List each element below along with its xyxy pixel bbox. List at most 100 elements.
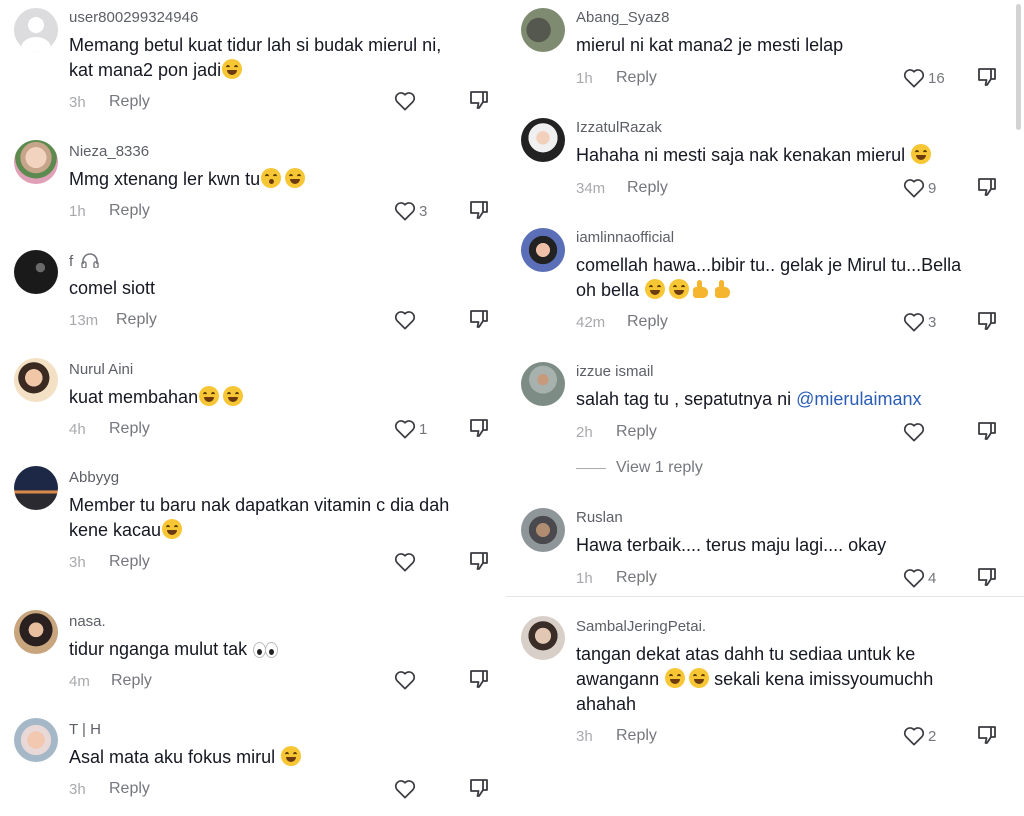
comment-text-line: Memang betul kuat tidur lah si budak mie…	[69, 35, 442, 55]
comment-username[interactable]: iamlinnaofficial	[576, 229, 674, 246]
like-button[interactable]	[394, 308, 419, 332]
comment-username[interactable]: izzue ismail	[576, 363, 654, 380]
heart-icon	[903, 423, 925, 442]
like-count: 16	[928, 69, 945, 87]
avatar[interactable]	[521, 8, 565, 52]
avatar[interactable]	[14, 140, 58, 184]
avatar[interactable]	[14, 610, 58, 654]
comment-username[interactable]: IzzatulRazak	[576, 119, 662, 136]
comment-username[interactable]: Nurul Aini	[69, 361, 133, 378]
comment-username[interactable]: Ruslan	[576, 509, 623, 526]
grinning-emoji	[645, 279, 666, 299]
avatar[interactable]	[521, 228, 565, 272]
comment-username[interactable]: nasa.	[69, 613, 106, 630]
like-button[interactable]: 9	[903, 176, 936, 200]
like-button[interactable]: 16	[903, 66, 945, 90]
comment-item: f comel siott 13m Reply	[0, 230, 506, 340]
reply-button[interactable]: Reply	[109, 420, 150, 438]
comment-text-line: Mmg xtenang ler kwn tu	[69, 169, 261, 189]
avatar[interactable]	[14, 8, 58, 52]
reply-button[interactable]: Reply	[109, 553, 150, 571]
comments-column-right: Abang_Syaz8 mierul ni kat mana2 je mesti…	[506, 0, 1024, 816]
avatar[interactable]	[521, 118, 565, 162]
avatar[interactable]	[14, 466, 58, 510]
comment-username[interactable]: Nieza_8336	[69, 143, 149, 160]
like-button[interactable]	[394, 668, 419, 692]
comment-text: tangan dekat atas dahh tu sediaa untuk k…	[576, 642, 933, 717]
dislike-button[interactable]	[976, 176, 998, 200]
comment-time: 4m	[69, 673, 90, 690]
comment-time: 4h	[69, 421, 86, 438]
avatar[interactable]	[14, 358, 58, 402]
user-mention-link[interactable]: @mierulaimanx	[796, 389, 921, 409]
reply-button[interactable]: Reply	[109, 93, 150, 111]
dislike-button[interactable]	[976, 66, 998, 90]
dislike-button[interactable]	[468, 89, 490, 113]
comment-text: comel siott	[69, 276, 155, 301]
like-button[interactable]	[394, 89, 419, 113]
reply-button[interactable]: Reply	[111, 672, 152, 690]
dislike-button[interactable]	[976, 724, 998, 748]
comment-text: Hahaha ni mesti saja nak kenakan mierul	[576, 143, 932, 168]
like-button[interactable]	[903, 420, 928, 444]
like-button[interactable]: 1	[394, 417, 427, 441]
reply-button[interactable]: Reply	[616, 727, 657, 745]
like-count: 3	[928, 313, 937, 331]
like-button[interactable]: 3	[394, 199, 427, 223]
reply-button[interactable]: Reply	[616, 569, 657, 587]
heart-icon	[394, 553, 416, 572]
avatar[interactable]	[521, 616, 565, 660]
dislike-button[interactable]	[468, 550, 490, 574]
like-button[interactable]	[394, 777, 419, 801]
avatar[interactable]	[14, 718, 58, 762]
comment-username[interactable]: Abbyyg	[69, 469, 119, 486]
reply-button[interactable]: Reply	[627, 179, 668, 197]
comment-text-line: Hahaha ni mesti saja nak kenakan mierul	[576, 145, 906, 165]
comment-username[interactable]: user800299324946	[69, 9, 198, 26]
comment-text-line: Hawa terbaik.... terus maju lagi.... oka…	[576, 535, 887, 555]
thumbs-down-icon	[978, 178, 996, 196]
like-button[interactable]	[394, 550, 419, 574]
comment-text-line: kat mana2 pon jadi	[69, 60, 222, 80]
like-button[interactable]: 2	[903, 724, 936, 748]
dislike-button[interactable]	[976, 420, 998, 444]
comment-text: comellah hawa...bibir tu.. gelak je Miru…	[576, 253, 961, 303]
comment-item: nasa. tidur nganga mulut tak 4m Reply	[0, 582, 506, 700]
comment-username[interactable]: T | H	[69, 721, 101, 738]
grinning-emoji	[669, 279, 690, 299]
avatar[interactable]	[521, 362, 565, 406]
comment-username[interactable]: SambalJeringPetai.	[576, 618, 706, 635]
comment-text-line: awangann	[576, 669, 660, 689]
grinning-squint-emoji	[223, 386, 244, 406]
avatar[interactable]	[521, 508, 565, 552]
comment-text: kuat membahan	[69, 385, 244, 410]
reply-button[interactable]: Reply	[627, 313, 668, 331]
thumbs-down-icon	[470, 201, 488, 219]
dislike-button[interactable]	[976, 566, 998, 590]
comment-time: 1h	[69, 203, 86, 220]
dislike-button[interactable]	[468, 308, 490, 332]
laughing-crying-emoji	[162, 519, 183, 539]
comment-item: iamlinnaofficial comellah hawa...bibir t…	[506, 220, 1024, 354]
like-button[interactable]: 3	[903, 310, 936, 334]
dislike-button[interactable]	[468, 417, 490, 441]
reply-button[interactable]: Reply	[109, 202, 150, 220]
comment-item: Abbyyg Member tu baru nak dapatkan vitam…	[0, 448, 506, 582]
reply-button[interactable]: Reply	[616, 423, 657, 441]
dislike-button[interactable]	[976, 310, 998, 334]
view-replies-button[interactable]: View 1 reply	[576, 459, 703, 477]
reply-button[interactable]: Reply	[116, 311, 157, 329]
comment-username[interactable]: f	[69, 252, 100, 270]
reply-button[interactable]: Reply	[616, 69, 657, 87]
dislike-button[interactable]	[468, 668, 490, 692]
dislike-button[interactable]	[468, 777, 490, 801]
comment-username[interactable]: Abang_Syaz8	[576, 9, 669, 26]
dislike-button[interactable]	[468, 199, 490, 223]
like-button[interactable]: 4	[903, 566, 936, 590]
like-count: 1	[419, 420, 428, 438]
reply-button[interactable]: Reply	[109, 780, 150, 798]
comment-text-line: sekali kena imissyoumuchh	[714, 669, 934, 689]
avatar[interactable]	[14, 250, 58, 294]
thumbs-up-emoji	[713, 279, 733, 299]
thumbs-down-icon	[470, 310, 488, 328]
